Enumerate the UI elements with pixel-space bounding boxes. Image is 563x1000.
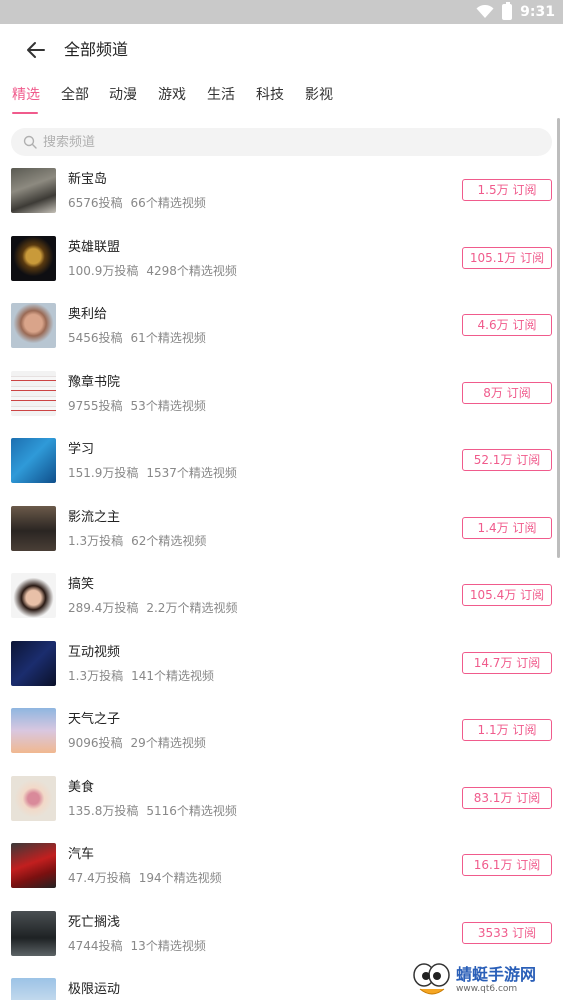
watermark-logo: 蜻蜓手游网 www.qt6.com xyxy=(412,960,563,1000)
subscribe-button[interactable]: 8万 订阅 xyxy=(462,381,552,404)
dragonfly-logo-icon xyxy=(413,963,450,995)
status-time: 9:31 xyxy=(520,4,555,20)
channel-thumbnail xyxy=(11,978,56,1000)
search-input[interactable] xyxy=(43,134,523,150)
tab-anime[interactable]: 动漫 xyxy=(109,86,137,104)
app-bar: 全部频道 xyxy=(0,24,563,76)
channel-featured: 4298个精选视频 xyxy=(146,263,237,278)
subscribe-button[interactable]: 14.7万 订阅 xyxy=(462,651,552,674)
subscribe-button[interactable]: 3533 订阅 xyxy=(462,921,552,944)
channel-posts: 47.4万投稿 xyxy=(68,871,131,885)
subscribe-button[interactable]: 105.1万 订阅 xyxy=(462,246,552,269)
wifi-icon xyxy=(476,5,494,18)
channel-row[interactable]: 天气之子 9096投稿 29个精选视频 1.1万 订阅 xyxy=(0,708,563,776)
channel-name: 极限运动 xyxy=(68,982,121,997)
channel-featured: 141个精选视频 xyxy=(131,668,214,683)
channel-thumbnail xyxy=(11,505,56,551)
channel-name: 互动视频 xyxy=(68,644,121,660)
back-arrow-icon[interactable] xyxy=(24,38,48,62)
channel-row[interactable]: 互动视频 1.3万投稿 141个精选视频 14.7万 订阅 xyxy=(0,640,563,709)
channel-thumbnail xyxy=(11,168,56,213)
search-icon xyxy=(23,135,37,149)
tab-life[interactable]: 生活 xyxy=(207,86,235,104)
channel-row[interactable]: 影流之主 1.3万投稿 62个精选视频 1.4万 订阅 xyxy=(0,505,563,574)
channel-posts: 100.9万投稿 xyxy=(68,263,139,278)
channel-row[interactable]: 学习 151.9万投稿 1537个精选视频 52.1万 订阅 xyxy=(0,438,563,506)
subscribe-button[interactable]: 1.4万 订阅 xyxy=(462,516,552,539)
channel-thumbnail xyxy=(11,775,56,821)
channel-thumbnail xyxy=(11,573,56,618)
channel-name: 豫章书院 xyxy=(68,374,121,390)
channel-name: 天气之子 xyxy=(68,712,121,727)
channel-name: 汽车 xyxy=(68,847,95,862)
channel-thumbnail xyxy=(11,303,56,348)
active-tab-indicator xyxy=(12,112,38,114)
tab-tech[interactable]: 科技 xyxy=(256,86,284,104)
tab-all[interactable]: 全部 xyxy=(61,86,89,104)
channel-name: 搞笑 xyxy=(68,577,95,592)
channel-featured: 29个精选视频 xyxy=(130,736,206,750)
watermark-url: www.qt6.com xyxy=(456,983,518,994)
channel-thumbnail xyxy=(11,370,56,416)
channel-posts: 151.9万投稿 xyxy=(68,466,139,480)
channel-posts: 1.3万投稿 xyxy=(68,533,124,548)
channel-thumbnail xyxy=(11,843,56,888)
channel-featured: 1537个精选视频 xyxy=(146,466,237,480)
channel-featured: 5116个精选视频 xyxy=(146,803,237,818)
channel-row[interactable]: 新宝岛 6576投稿 66个精选视频 1.5万 订阅 xyxy=(0,168,563,236)
subscribe-button[interactable]: 1.5万 订阅 xyxy=(462,179,552,201)
channel-row[interactable]: 豫章书院 9755投稿 53个精选视频 8万 订阅 xyxy=(0,370,563,439)
subscribe-button[interactable]: 16.1万 订阅 xyxy=(462,854,552,876)
channel-featured: 62个精选视频 xyxy=(131,533,207,548)
channel-thumbnail xyxy=(11,708,56,753)
tab-film[interactable]: 影视 xyxy=(305,86,333,104)
channel-name: 美食 xyxy=(68,779,95,795)
channel-name: 学习 xyxy=(68,442,95,457)
battery-icon xyxy=(502,2,513,20)
channel-posts: 5456投稿 xyxy=(68,331,123,345)
channel-featured: 13个精选视频 xyxy=(130,938,206,953)
tab-featured[interactable]: 精选 xyxy=(12,86,40,104)
channel-row[interactable]: 英雄联盟 100.9万投稿 4298个精选视频 105.1万 订阅 xyxy=(0,235,563,304)
category-tabs: 精选 全部 动漫 游戏 生活 科技 影视 xyxy=(0,78,563,116)
status-bar: 9:31 xyxy=(0,0,563,24)
channel-featured: 61个精选视频 xyxy=(130,331,206,345)
subscribe-button[interactable]: 83.1万 订阅 xyxy=(462,786,552,809)
channel-name: 死亡搁浅 xyxy=(68,914,121,930)
subscribe-button[interactable]: 1.1万 订阅 xyxy=(462,719,552,741)
channel-thumbnail xyxy=(11,640,56,686)
subscribe-button[interactable]: 52.1万 订阅 xyxy=(462,449,552,471)
channel-posts: 9096投稿 xyxy=(68,736,123,750)
channel-row[interactable]: 搞笑 289.4万投稿 2.2万个精选视频 105.4万 订阅 xyxy=(0,573,563,641)
channel-name: 英雄联盟 xyxy=(68,239,121,255)
channel-posts: 289.4万投稿 xyxy=(68,601,139,615)
channel-thumbnail xyxy=(11,910,56,956)
channel-featured: 2.2万个精选视频 xyxy=(146,601,238,615)
watermark-title: 蜻蜓手游网 xyxy=(456,964,537,984)
channel-featured: 66个精选视频 xyxy=(130,196,206,210)
search-bar[interactable] xyxy=(11,128,552,156)
channel-posts: 4744投稿 xyxy=(68,938,123,953)
channel-posts: 135.8万投稿 xyxy=(68,803,139,818)
channel-list: 新宝岛 6576投稿 66个精选视频 1.5万 订阅 英雄联盟 100.9万投稿 4… xyxy=(0,168,563,1000)
channel-row[interactable]: 美食 135.8万投稿 5116个精选视频 83.1万 订阅 xyxy=(0,775,563,844)
channel-row[interactable]: 奥利给 5456投稿 61个精选视频 4.6万 订阅 xyxy=(0,303,563,371)
channel-row[interactable]: 汽车 47.4万投稿 194个精选视频 16.1万 订阅 xyxy=(0,843,563,911)
channel-posts: 9755投稿 xyxy=(68,398,123,413)
channel-name: 影流之主 xyxy=(68,509,121,525)
channel-posts: 1.3万投稿 xyxy=(68,668,124,683)
channel-thumbnail xyxy=(11,235,56,281)
channel-name: 新宝岛 xyxy=(68,172,108,187)
channel-thumbnail xyxy=(11,438,56,483)
subscribe-button[interactable]: 105.4万 订阅 xyxy=(462,584,552,606)
subscribe-button[interactable]: 4.6万 订阅 xyxy=(462,314,552,336)
channel-posts: 6576投稿 xyxy=(68,196,123,210)
channel-name: 奥利给 xyxy=(68,307,108,322)
page-title: 全部频道 xyxy=(64,40,129,59)
tab-games[interactable]: 游戏 xyxy=(158,86,186,104)
channel-featured: 53个精选视频 xyxy=(130,398,206,413)
channel-featured: 194个精选视频 xyxy=(138,871,222,885)
